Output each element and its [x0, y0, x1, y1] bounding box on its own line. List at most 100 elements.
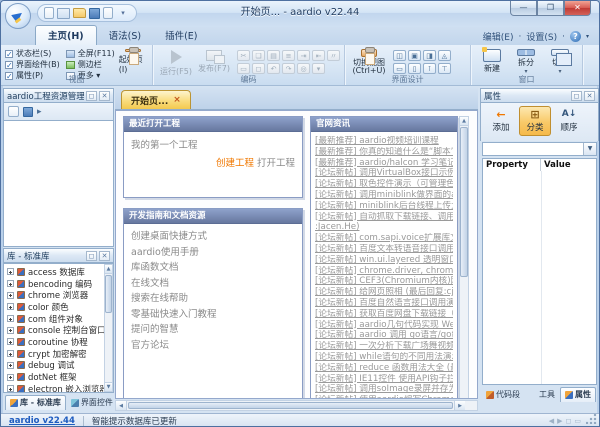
news-item-link[interactable]: :Jacen.He) [315, 222, 453, 233]
news-scroll-down-icon[interactable]: ▼ [460, 398, 468, 399]
help-icon[interactable]: ? [570, 31, 581, 42]
view-checkbox-item[interactable]: ✓ 界面绘件(B) [5, 59, 60, 70]
news-item-link[interactable]: [论坛新帖] aardio几句代码实现 WebDriver 协议客户端 (最 [315, 320, 453, 331]
theme-icon[interactable]: ◬ [438, 50, 451, 61]
expand-icon[interactable] [7, 362, 14, 369]
close-button[interactable]: ✕ [564, 1, 591, 16]
news-item-link[interactable]: [论坛新帖] while语句的不同用法演示 (最后回复:Jacen.He) [315, 352, 453, 363]
project-save-icon[interactable] [23, 107, 33, 117]
status-box-icon[interactable]: ▭ [574, 417, 581, 425]
guide-link[interactable]: aardio使用手册 [131, 245, 295, 261]
new-file-icon[interactable] [44, 7, 54, 19]
tab-snippets[interactable]: 代码段 [482, 388, 524, 402]
news-item-link[interactable]: [论坛新帖] chrome.driver, chrome.app 系列范例 (最… [315, 266, 453, 277]
status-stop-icon[interactable]: ◻ [566, 417, 572, 425]
h-scroll-right-icon[interactable]: ▶ [454, 401, 465, 410]
switch-view-button[interactable]: 切换视图 (Ctrl+U) [349, 47, 389, 74]
status-nav-right-icon[interactable]: ▶ [557, 417, 562, 425]
news-item-link[interactable]: [论坛新帖] 调用soImage录屏并存为GIF文件 (最后回复:Jac [315, 384, 453, 395]
anchor-h-icon[interactable]: ⊤ [438, 63, 451, 74]
doc-tab-close-icon[interactable]: × [173, 95, 181, 105]
project-new-icon[interactable] [8, 106, 19, 117]
align-left-icon[interactable]: ◫ [393, 50, 406, 61]
save-icon[interactable] [89, 8, 100, 19]
settings-menu[interactable]: 设置(S) [526, 30, 557, 43]
help-caret-icon[interactable]: ▾ [586, 33, 589, 40]
news-item-link[interactable]: [论坛新帖] win.ui.layered 透明窗口演示 (最后回复:Jacen… [315, 255, 453, 266]
library-tree-item[interactable]: console 控制台窗口 [4, 324, 113, 336]
tab-ui-controls[interactable]: 界面控件 [67, 396, 117, 410]
news-item-link[interactable]: [最新推荐] aardio/halcon 学习笔记 [315, 158, 453, 169]
library-pin-icon[interactable]: ◻ [86, 251, 97, 261]
rect-select-icon[interactable]: ▭ [237, 63, 250, 74]
project-run-icon[interactable]: ▸ [37, 107, 42, 117]
expand-icon[interactable] [7, 303, 14, 310]
library-tree-item[interactable]: com 组件对象 [4, 313, 113, 325]
switch-window-button[interactable]: 切换 ▾ [543, 47, 577, 74]
create-project-link[interactable]: 创建工程 [216, 158, 254, 169]
guide-link[interactable]: 库函数文档 [131, 260, 295, 276]
copy-icon[interactable]: ❏ [252, 50, 265, 61]
tab-library[interactable]: 库 - 标准库 [5, 395, 66, 410]
scroll-up-icon[interactable]: ▲ [105, 265, 112, 274]
h-scroll-left-icon[interactable]: ◀ [116, 401, 127, 410]
library-tree-item[interactable]: crypt 加密解密 [4, 348, 113, 360]
property-col-header[interactable]: Property [483, 159, 541, 171]
property-grid-body[interactable] [482, 171, 597, 385]
view-checkbox-item[interactable]: ✓ 状态栏(S) [5, 48, 60, 59]
start-page-button[interactable]: 起始页(I) [119, 47, 148, 74]
news-scrollbar[interactable]: ▲ ▼ [459, 116, 469, 399]
categorize-button[interactable]: ⊞ 分类 [519, 106, 551, 136]
checkbox-icon[interactable]: ✓ [5, 50, 13, 58]
window-icon[interactable] [57, 8, 70, 19]
value-col-header[interactable]: Value [541, 159, 596, 171]
news-item-link[interactable]: [论坛新帖] CEF3(Chromium内核)网页控件 (最后回复:Jace [315, 276, 453, 287]
checkbox-icon[interactable]: ✓ [5, 61, 13, 69]
guide-link[interactable]: 官方论坛 [131, 338, 295, 354]
undo-icon[interactable]: ↶ [267, 63, 280, 74]
minimize-button[interactable]: — [510, 1, 537, 16]
size-width-icon[interactable]: ▭ [393, 63, 406, 74]
maximize-button[interactable]: ❐ [537, 1, 564, 16]
edit-menu[interactable]: 编辑(E) [483, 30, 514, 43]
news-item-link[interactable]: [论坛新帖] miniblink后台线程上传大文件(可显示进度) (最后 [315, 201, 453, 212]
expand-icon[interactable] [7, 268, 14, 275]
split-window-button[interactable]: 拆分 ▾ [509, 47, 543, 74]
open-project-link[interactable]: 打开工程 [257, 158, 295, 169]
guide-link[interactable]: 搜索在线帮助 [131, 291, 295, 307]
guide-link[interactable]: 零基础快速入门教程 [131, 307, 295, 323]
news-item-link[interactable]: [论坛新帖] 获取百度网盘下载链接（已更新不使用浏览器控 [315, 309, 453, 320]
sidebar-button[interactable]: 侧边栏 [66, 59, 115, 70]
project-pin-icon[interactable]: ◻ [86, 91, 97, 101]
expand-icon[interactable] [7, 350, 14, 357]
anchor-v-icon[interactable]: ⊺ [423, 63, 436, 74]
news-item-link[interactable]: [论坛新帖] com.sapi.voice扩展库文本转语音演示 (最后回复 [315, 233, 453, 244]
project-close-icon[interactable]: ✕ [99, 91, 110, 101]
replace-icon[interactable]: ▾ [312, 63, 325, 74]
outdent-icon[interactable]: ⇤ [312, 50, 325, 61]
library-tree-item[interactable]: coroutine 协程 [4, 336, 113, 348]
size-height-icon[interactable]: ▯ [408, 63, 421, 74]
align-center-icon[interactable]: ▣ [408, 50, 421, 61]
paste-doc-icon[interactable] [103, 7, 113, 19]
properties-close-icon[interactable]: ✕ [584, 91, 595, 101]
ribbon-tab-plugins[interactable]: 插件(E) [153, 26, 209, 45]
library-tree-item[interactable]: chrome 浏览器 [4, 289, 113, 301]
expand-icon[interactable] [7, 374, 14, 381]
news-item-link[interactable]: [论坛新帖] 使用aardio编写Chrome本地应用扩展(Native M [315, 395, 453, 399]
comment-icon[interactable]: 〃 [327, 50, 340, 61]
news-item-link[interactable]: [论坛新帖] 给网页照相 (最后回复:cjc0045) [315, 287, 453, 298]
news-item-link[interactable]: [论坛新帖] 百度文本转语音接口调用演示(无限制免费调用) ( [315, 244, 453, 255]
tab-properties[interactable]: 属性 [560, 387, 596, 402]
news-scroll-thumb[interactable] [460, 127, 468, 277]
library-tree-item[interactable]: color 颜色 [4, 301, 113, 313]
property-filter-combo[interactable]: ▼ [482, 142, 597, 156]
news-item-link[interactable]: [论坛新帖] 自动抓取下载链接、调用百度网盘批量离线下载 (最 [315, 212, 453, 223]
recent-project-link[interactable]: 我的第一个工程 [131, 137, 295, 155]
tab-tools[interactable]: 工具 [525, 388, 559, 402]
properties-pin-icon[interactable]: ◻ [571, 91, 582, 101]
news-item-link[interactable]: [论坛新帖] reduce 函数用法大全 (最后回复:Jacen.He) [315, 363, 453, 374]
library-scrollbar[interactable]: ▲ ▼ [104, 264, 113, 392]
news-item-link[interactable]: [论坛新帖] 一次分析下载广场舞视频的过程附源码..... (最后 [315, 341, 453, 352]
library-tree-item[interactable]: electron 嵌入浏览器 [4, 383, 113, 393]
